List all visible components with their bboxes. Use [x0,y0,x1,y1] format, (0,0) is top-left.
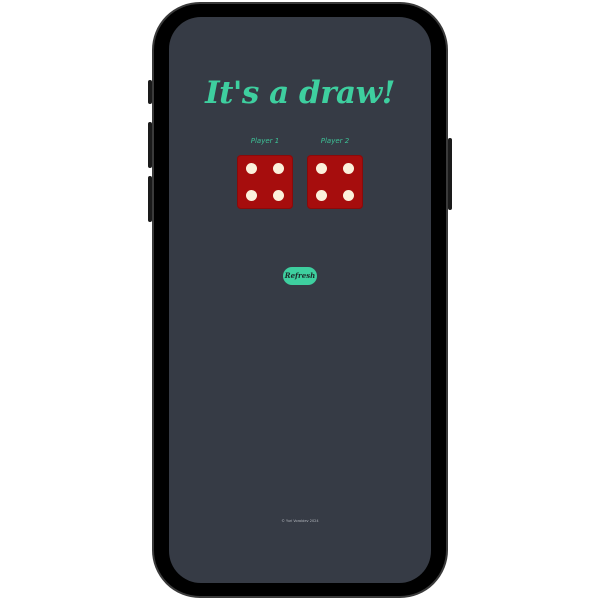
die-pip [273,163,284,174]
copyright-footer: © Yuri Vorobiev 2024 [281,519,319,523]
app-screen: It's a draw! Player 1 Player 2 Refresh ©… [169,17,431,583]
player-2-panel: Player 2 [307,135,363,209]
die-pip [316,163,327,174]
refresh-button[interactable]: Refresh [283,267,317,285]
die-pip [246,163,257,174]
result-title: It's a draw! [205,75,395,111]
player-2-label: Player 2 [320,137,350,145]
power-button [448,138,452,210]
player-1-panel: Player 1 [237,135,293,209]
die-pip [273,190,284,201]
die-pip [343,163,354,174]
device-frame: It's a draw! Player 1 Player 2 Refresh ©… [0,0,600,600]
die-pip [343,190,354,201]
player-1-die [237,155,293,209]
player-1-label: Player 1 [250,137,280,145]
die-pip [246,190,257,201]
player-2-die [307,155,363,209]
die-pip [316,190,327,201]
